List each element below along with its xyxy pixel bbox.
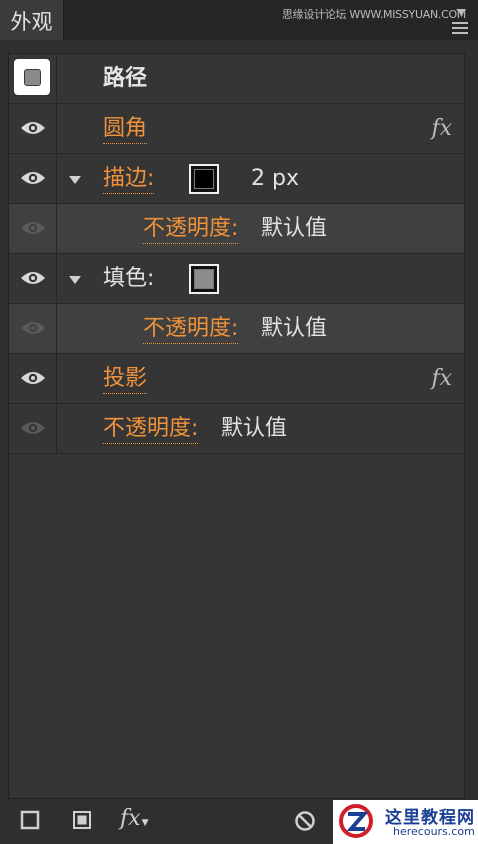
site-logo-icon: [339, 804, 373, 838]
fx-icon[interactable]: fx: [431, 116, 452, 141]
eye-icon: [21, 372, 45, 384]
triangle-down-icon[interactable]: [69, 276, 81, 284]
visibility-toggle[interactable]: [9, 404, 57, 453]
row-stroke-opacity[interactable]: 不透明度: 默认值: [9, 204, 464, 254]
visibility-toggle[interactable]: [9, 104, 57, 153]
row-drop-shadow[interactable]: 投影 fx: [9, 354, 464, 404]
fx-icon[interactable]: fx: [431, 366, 452, 391]
fill-opacity-link[interactable]: 不透明度:: [143, 315, 239, 344]
visibility-toggle[interactable]: [9, 354, 57, 403]
row-opacity[interactable]: 不透明度: 默认值: [9, 404, 464, 454]
site-watermark: 这里教程网 herecours.com: [333, 800, 478, 844]
thumbnail-cell: [9, 54, 57, 103]
eye-icon: [21, 322, 45, 334]
eye-icon: [21, 172, 45, 184]
add-new-stroke-icon[interactable]: [20, 810, 40, 830]
stroke-opacity-link[interactable]: 不透明度:: [143, 215, 239, 244]
collapse-arrow-icon[interactable]: [456, 9, 466, 15]
watermark-domain: herecours.com: [393, 825, 475, 838]
stroke-opacity-value: 默认值: [261, 216, 328, 241]
add-new-effect-button[interactable]: fx▼: [120, 806, 148, 831]
drop-shadow-link[interactable]: 投影: [103, 365, 148, 394]
eye-icon: [21, 422, 45, 434]
rounded-corners-link[interactable]: 圆角: [103, 115, 148, 144]
stroke-color-swatch[interactable]: [189, 164, 219, 194]
eye-icon: [21, 272, 45, 284]
fill-color-swatch[interactable]: [189, 264, 219, 294]
appearance-list: 路径 圆角 fx 描边: 2 px 不透明度: 默认值 填色: 不透明度: 默认…: [8, 53, 465, 799]
triangle-down-icon[interactable]: [69, 176, 81, 184]
visibility-toggle[interactable]: [9, 254, 57, 303]
row-fill-opacity[interactable]: 不透明度: 默认值: [9, 304, 464, 354]
stroke-weight-value[interactable]: 2 px: [251, 165, 299, 193]
eye-icon: [21, 222, 45, 234]
fx-icon: fx: [120, 806, 141, 831]
row-fill[interactable]: 填色:: [9, 254, 464, 304]
watermark-text: 思缘设计论坛 WWW.MISSYUAN.COM: [281, 8, 466, 21]
no-entry-icon[interactable]: [294, 810, 316, 832]
panel-tab-bar: 外观 思缘设计论坛 WWW.MISSYUAN.COM: [0, 0, 478, 40]
add-new-fill-icon[interactable]: [72, 810, 92, 830]
opacity-link[interactable]: 不透明度:: [103, 415, 199, 444]
visibility-toggle[interactable]: [9, 304, 57, 353]
stroke-link[interactable]: 描边:: [103, 165, 155, 194]
row-path[interactable]: 路径: [9, 54, 464, 104]
fill-opacity-value: 默认值: [261, 316, 328, 341]
tab-appearance[interactable]: 外观: [0, 0, 64, 40]
eye-icon: [21, 122, 45, 134]
panel-menu-icon[interactable]: [452, 22, 468, 37]
visibility-toggle[interactable]: [9, 154, 57, 203]
row-rounded-corners[interactable]: 圆角 fx: [9, 104, 464, 154]
path-label: 路径: [103, 66, 148, 91]
opacity-value: 默认值: [221, 416, 288, 441]
visibility-toggle[interactable]: [9, 204, 57, 253]
row-stroke[interactable]: 描边: 2 px: [9, 154, 464, 204]
fill-label: 填色:: [103, 266, 155, 291]
path-thumbnail: [14, 59, 50, 95]
